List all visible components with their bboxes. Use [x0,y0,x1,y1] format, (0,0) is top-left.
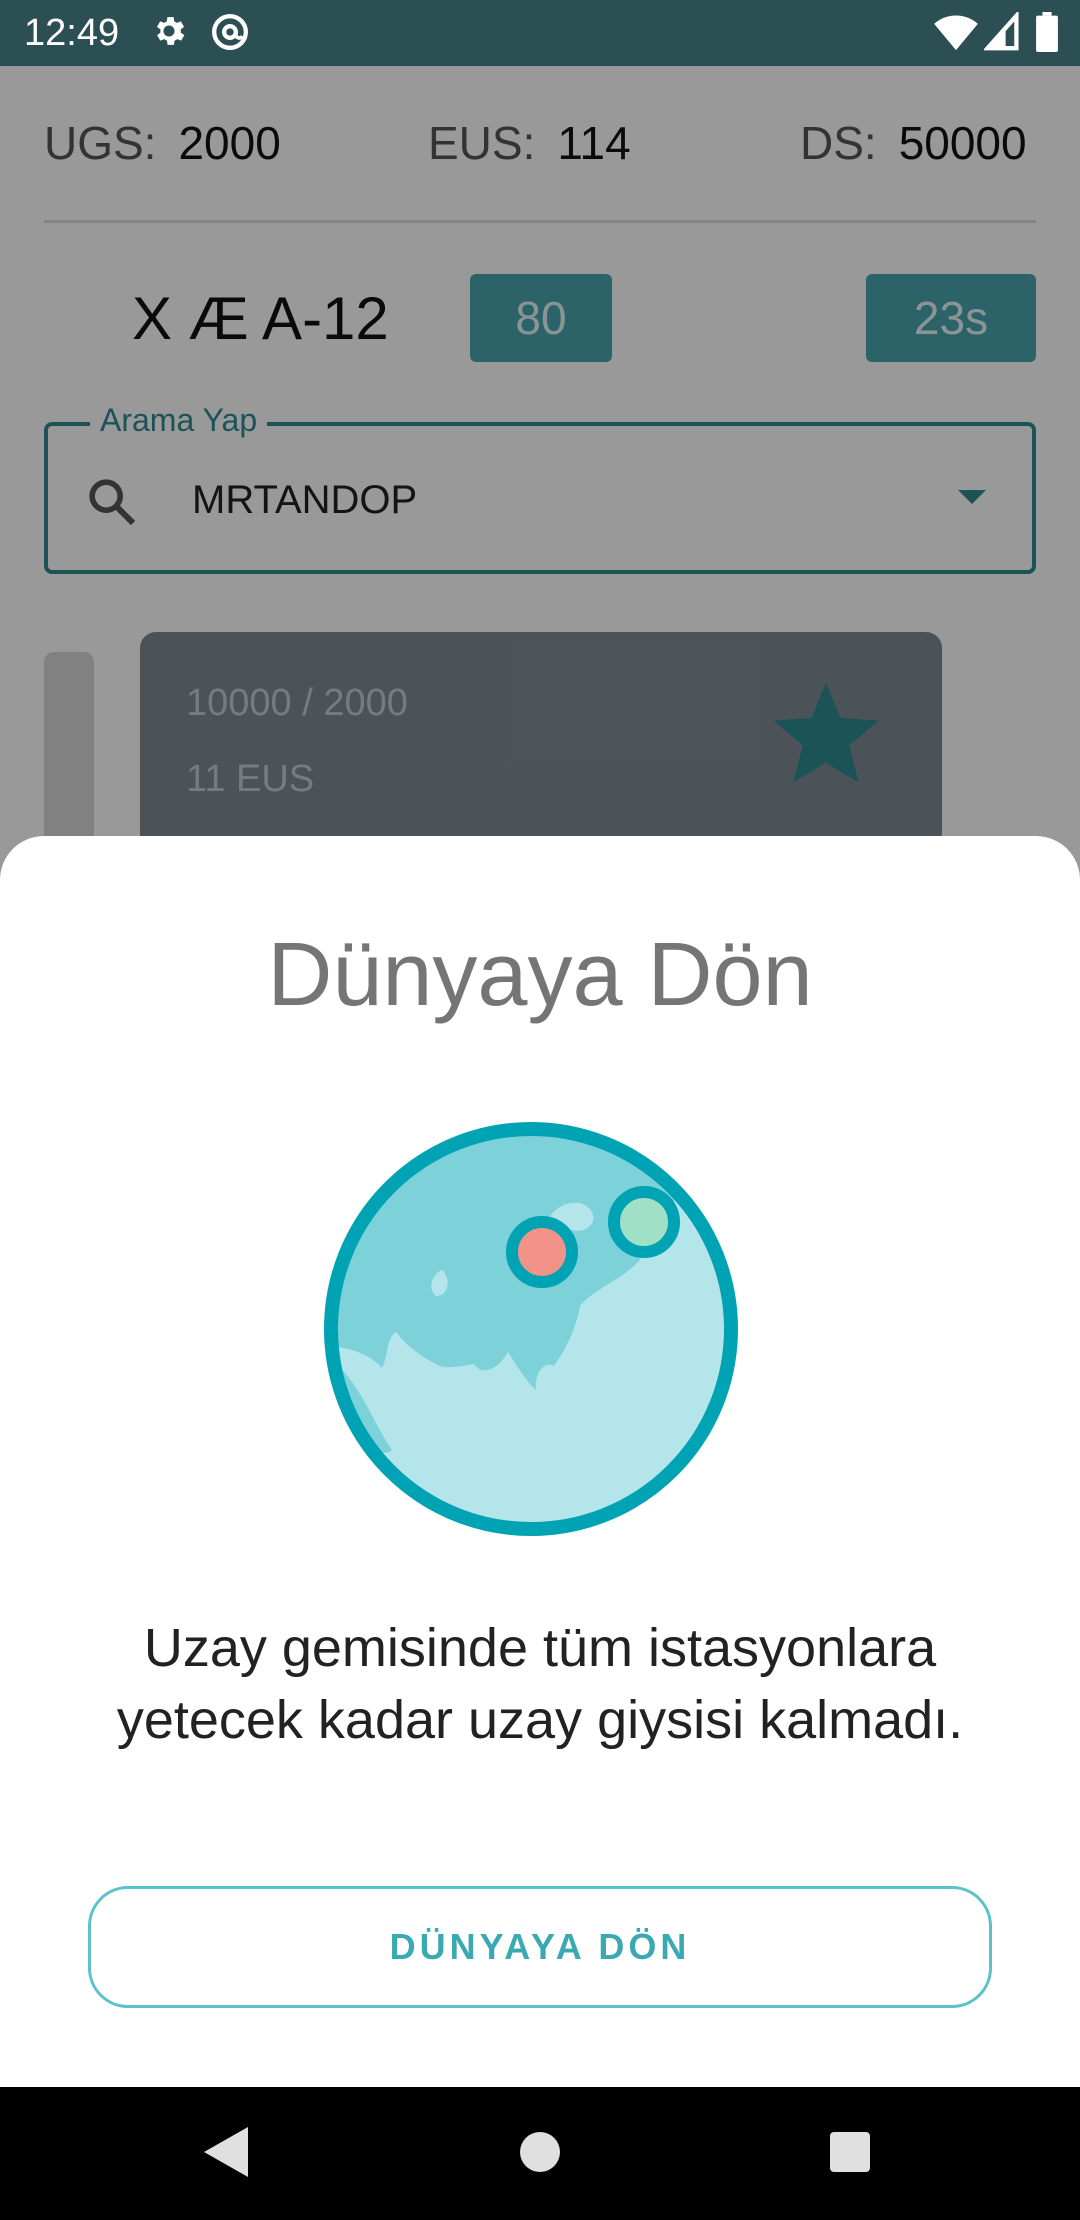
back-icon[interactable] [204,2127,248,2177]
home-icon[interactable] [518,2127,562,2177]
wifi-icon [934,15,978,51]
sheet-message: Uzay gemisinde tüm istasyonlara yetecek … [116,1618,964,1750]
battery-icon [1036,12,1058,52]
signal-icon [984,12,1019,51]
at-sign-icon [212,14,248,50]
status-time: 12:49 [24,12,120,54]
return-to-earth-button[interactable]: DÜNYAYA DÖN [88,1886,992,2008]
navigation-bar [0,2087,1080,2220]
gear-icon [156,17,185,45]
globe-icon [324,1122,738,1536]
sheet-title: Dünyaya Dön [267,925,813,1025]
recents-icon[interactable] [828,2127,872,2177]
status-bar: 12:49 [0,0,1080,66]
bottom-sheet: Dünyaya Dön Uzay gemisinde tüm istasyonl… [0,836,1080,2087]
